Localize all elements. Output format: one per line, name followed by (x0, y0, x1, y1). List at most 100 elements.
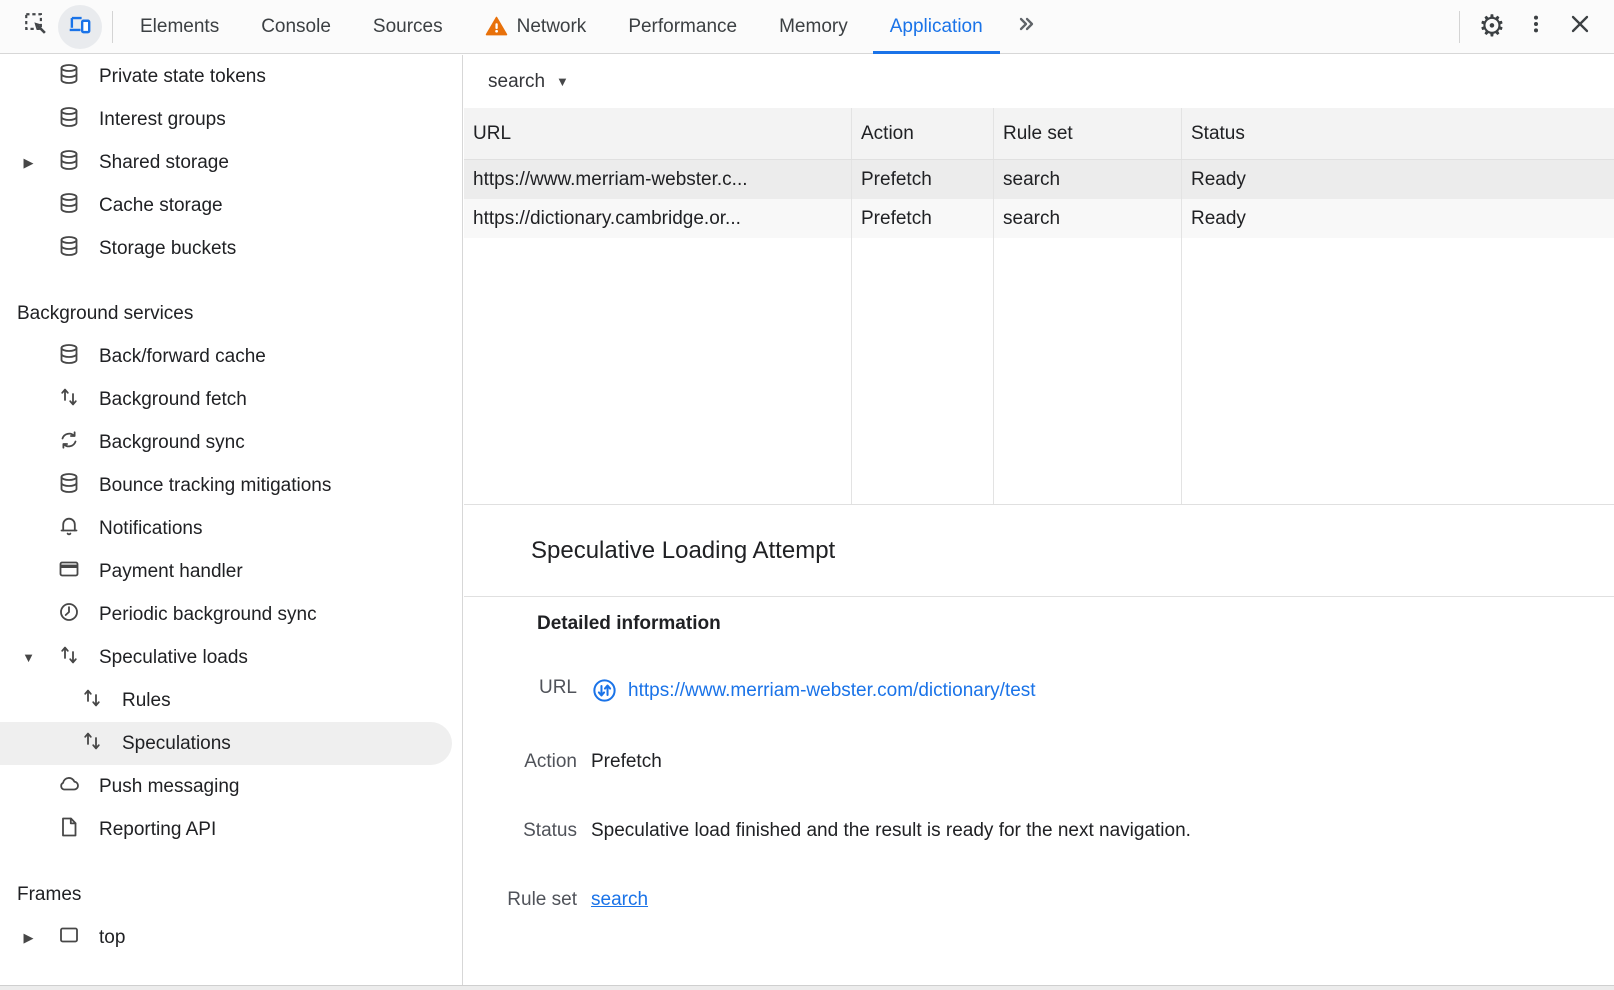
table-row[interactable]: https://www.merriam-webster.c... Prefetc… (464, 160, 1614, 199)
swap-vertical-icon (57, 385, 81, 415)
sidebar-item-background-sync[interactable]: Background sync (0, 421, 462, 464)
detailed-information-heading: Detailed information (537, 613, 1614, 635)
sidebar-item-cache-storage[interactable]: Cache storage (0, 184, 462, 227)
database-icon (57, 191, 81, 221)
table-empty-area (464, 238, 1614, 504)
cloud-icon (57, 772, 81, 802)
detail-action-value: Prefetch (591, 751, 662, 773)
detail-row-action: Action Prefetch (464, 751, 1614, 773)
frames-section-header: Frames (0, 873, 462, 916)
sidebar-item-push-messaging[interactable]: Push messaging (0, 765, 462, 808)
warning-triangle-icon (485, 15, 508, 38)
frame-icon (57, 923, 81, 953)
tab-performance[interactable]: Performance (607, 0, 758, 54)
column-header-url[interactable]: URL (464, 108, 852, 159)
cell-url: https://www.merriam-webster.c... (464, 160, 852, 199)
sidebar-item-periodic-background-sync[interactable]: Periodic background sync (0, 593, 462, 636)
chevron-double-right-icon (1014, 12, 1038, 41)
close-icon (1568, 12, 1592, 41)
devtools-toolbar: Elements Console Sources Network Perform… (0, 0, 1614, 54)
tab-application[interactable]: Application (869, 0, 1004, 54)
cell-rule-set: search (994, 160, 1182, 199)
sidebar-item-shared-storage[interactable]: ▶ Shared storage (0, 141, 462, 184)
sidebar-item-reporting-api[interactable]: Reporting API (0, 808, 462, 851)
database-icon (57, 342, 81, 372)
sync-icon (57, 428, 81, 458)
device-toolbar-icon (67, 11, 93, 42)
settings-button[interactable]: ⚙ (1470, 5, 1514, 49)
sidebar-item-storage-buckets[interactable]: Storage buckets (0, 227, 462, 270)
expander-expanded-icon[interactable]: ▼ (0, 650, 57, 665)
clock-icon (57, 600, 81, 630)
background-services-section-header: Background services (0, 292, 462, 335)
three-dot-menu-icon (1525, 13, 1547, 40)
gear-icon: ⚙ (1479, 12, 1506, 42)
expander-collapsed-icon[interactable]: ▶ (0, 930, 57, 946)
inspect-element-button[interactable] (14, 5, 58, 49)
table-row[interactable]: https://dictionary.cambridge.or... Prefe… (464, 199, 1614, 238)
detail-row-url: URL https://www.merriam-webster.com/dict… (464, 677, 1614, 704)
cell-action: Prefetch (852, 160, 994, 199)
panel-tabs: Elements Console Sources Network Perform… (119, 0, 1048, 54)
sidebar-item-background-fetch[interactable]: Background fetch (0, 378, 462, 421)
database-icon (57, 148, 81, 178)
sidebar-item-back-forward-cache[interactable]: Back/forward cache (0, 335, 462, 378)
prefetch-circle-icon (591, 677, 618, 704)
detail-status-value: Speculative load finished and the result… (591, 820, 1191, 842)
file-icon (57, 815, 81, 845)
sidebar-item-speculations[interactable]: Speculations (0, 722, 452, 765)
speculations-panel: search ▼ URL Action Rule set Status http… (464, 55, 1614, 985)
speculations-table: URL Action Rule set Status https://www.m… (464, 108, 1614, 505)
table-header-row: URL Action Rule set Status (464, 108, 1614, 160)
swap-vertical-icon (80, 729, 104, 759)
menu-button[interactable] (1514, 5, 1558, 49)
bottom-edge-strip (0, 985, 1614, 990)
detail-label: Action (464, 751, 577, 773)
speculations-filter-bar: search ▼ (464, 55, 1614, 108)
inspect-cursor-icon (23, 11, 49, 42)
sidebar-item-payment-handler[interactable]: Payment handler (0, 550, 462, 593)
sidebar-item-speculative-loads[interactable]: ▼ Speculative loads (0, 636, 462, 679)
sidebar-item-rules[interactable]: Rules (0, 679, 462, 722)
cell-url: https://dictionary.cambridge.or... (464, 199, 852, 238)
dropdown-caret-icon: ▼ (556, 74, 569, 89)
database-icon (57, 234, 81, 264)
sidebar-item-interest-groups[interactable]: Interest groups (0, 98, 462, 141)
database-icon (57, 62, 81, 92)
detail-label: Status (464, 820, 577, 842)
database-icon (57, 471, 81, 501)
cell-action: Prefetch (852, 199, 994, 238)
close-devtools-button[interactable] (1558, 5, 1602, 49)
attempt-url-link[interactable]: https://www.merriam-webster.com/dictiona… (628, 680, 1036, 702)
application-sidebar: Private state tokens Interest groups ▶ S… (0, 55, 463, 985)
column-header-status[interactable]: Status (1182, 108, 1614, 159)
tab-memory[interactable]: Memory (758, 0, 869, 54)
more-tabs-button[interactable] (1004, 0, 1048, 54)
tab-sources[interactable]: Sources (352, 0, 464, 54)
sidebar-item-private-state-tokens[interactable]: Private state tokens (0, 55, 462, 98)
swap-vertical-icon (57, 643, 81, 673)
detailed-information-section: Detailed information URL https://www.mer… (464, 597, 1614, 911)
toolbar-divider (1459, 11, 1460, 43)
bell-icon (57, 514, 81, 544)
rule-set-link[interactable]: search (591, 889, 648, 911)
sidebar-item-notifications[interactable]: Notifications (0, 507, 462, 550)
detail-row-rule-set: Rule set search (464, 889, 1614, 911)
tab-elements[interactable]: Elements (119, 0, 240, 54)
sidebar-item-top-frame[interactable]: ▶ top (0, 916, 462, 959)
detail-label: URL (464, 677, 577, 699)
preview-title: Speculative Loading Attempt (464, 505, 1614, 597)
tab-console[interactable]: Console (240, 0, 352, 54)
sidebar-item-bounce-tracking-mitigations[interactable]: Bounce tracking mitigations (0, 464, 462, 507)
tab-network[interactable]: Network (464, 0, 608, 54)
toolbar-divider (112, 11, 113, 43)
column-header-action[interactable]: Action (852, 108, 994, 159)
detail-row-status: Status Speculative load finished and the… (464, 820, 1614, 842)
rule-set-filter-dropdown[interactable]: search ▼ (488, 71, 569, 93)
detail-label: Rule set (464, 889, 577, 911)
cell-status: Ready (1182, 199, 1614, 238)
expander-collapsed-icon[interactable]: ▶ (0, 155, 57, 171)
column-header-rule-set[interactable]: Rule set (994, 108, 1182, 159)
cell-status: Ready (1182, 160, 1614, 199)
toggle-device-toolbar-button[interactable] (58, 5, 102, 49)
